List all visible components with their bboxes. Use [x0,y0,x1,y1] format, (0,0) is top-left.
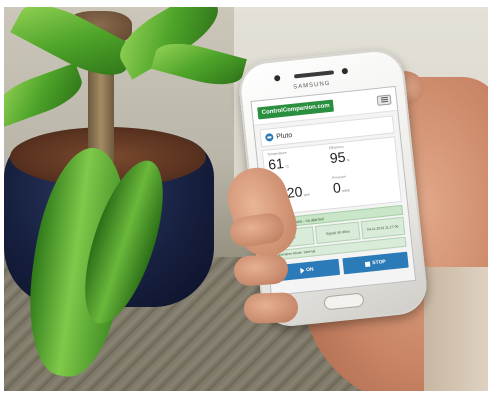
app-logo: ControlCompanion.com [257,99,335,119]
plant-leaf [4,62,88,128]
hand-finger [243,292,299,324]
home-button[interactable] [323,292,365,311]
front-camera [273,74,281,82]
earpiece-speaker [293,70,335,79]
info-cell-timestamp: 04.11.2014 11:17:06 [360,216,406,240]
metric-pressure: Pressure 0mbar [332,170,397,206]
plant-leaf [151,35,247,93]
metric-value: 0 [332,179,342,196]
device-name: Pluto [275,131,293,141]
menu-button[interactable] [376,93,392,106]
stop-button[interactable]: STOP [342,251,409,275]
metric-unit: °C [284,164,290,169]
info-cell-signal: Signal: 80 dBm [315,221,361,244]
play-icon [299,267,305,274]
proximity-sensor [341,67,349,75]
stop-button-label: STOP [372,258,387,267]
hand-finger [233,253,289,287]
metric-unit: mbar [341,188,351,194]
metric-value: 95 [329,148,347,167]
stop-icon [365,261,371,267]
sleeve [424,267,488,391]
menu-icon-line [380,100,388,103]
phone-brand: SAMSUNG [292,80,331,91]
device-icon [264,132,274,142]
metric-unit: % [346,158,351,163]
metric-unit: rpm [303,192,310,198]
on-button-label: ON [305,266,314,274]
photo: SAMSUNG ControlCompanion.com Pluto Tempe… [4,7,488,391]
